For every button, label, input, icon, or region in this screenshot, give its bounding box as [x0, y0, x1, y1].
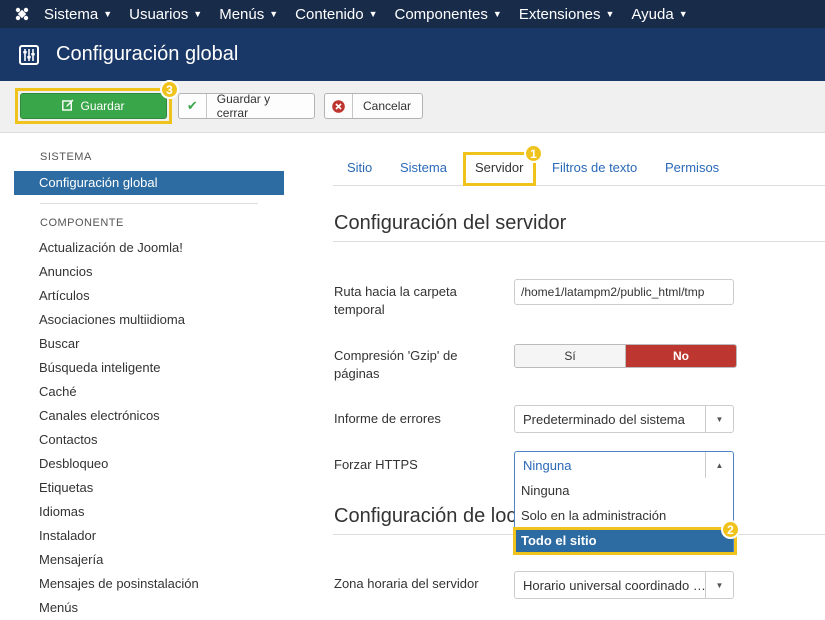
option-solo-administracion[interactable]: Solo en la administración: [515, 503, 733, 528]
menu-extensiones[interactable]: Extensiones ▼: [519, 6, 615, 23]
caret-down-icon: ▼: [678, 9, 688, 19]
option-ninguna[interactable]: Ninguna: [515, 478, 733, 503]
annotation-badge-3: 3: [160, 80, 179, 99]
check-icon: ✔: [179, 94, 207, 118]
highlight-todo-el-sitio: [513, 527, 737, 555]
sidebar-item[interactable]: Búsqueda inteligente: [14, 356, 284, 380]
settings-tabs: Sitio Sistema Servidor Filtros de texto …: [333, 150, 825, 186]
cancel-button[interactable]: Cancelar: [324, 93, 423, 119]
sidebar-heading-componente: COMPONENTE: [40, 217, 124, 229]
tab-sitio[interactable]: Sitio: [347, 160, 372, 175]
caret-down-icon: ▼: [492, 9, 502, 19]
menu-menus[interactable]: Menús ▼: [219, 6, 278, 23]
gzip-label: Compresión 'Gzip' de páginas: [334, 348, 458, 381]
error-reporting-label: Informe de errores: [334, 411, 441, 426]
menu-componentes[interactable]: Componentes ▼: [394, 6, 501, 23]
caret-down-icon: ▼: [269, 9, 279, 19]
sidebar-item[interactable]: Desbloqueo: [14, 452, 284, 476]
sidebar-item[interactable]: Idiomas: [14, 500, 284, 524]
page-header: Configuración global: [0, 28, 825, 81]
chevron-up-icon: ▲: [705, 452, 733, 478]
highlight-save: [15, 88, 172, 124]
tmp-path-label: Ruta hacia la carpeta temporal: [334, 284, 457, 317]
error-reporting-select[interactable]: Predeterminado del sistema ▼: [514, 405, 734, 433]
sidebar-item[interactable]: Caché: [14, 380, 284, 404]
sidebar-heading-sistema: SISTEMA: [40, 151, 92, 163]
sidebar-item[interactable]: Mensajes de posinstalación: [14, 572, 284, 596]
sidebar-item[interactable]: Actualización de Joomla!: [14, 236, 284, 260]
joomla-logo-icon[interactable]: [0, 0, 44, 28]
save-close-button[interactable]: ✔ Guardar y cerrar: [178, 92, 315, 120]
sidebar-item[interactable]: Contactos: [14, 428, 284, 452]
sidebar-item[interactable]: Etiquetas: [14, 476, 284, 500]
tab-permisos[interactable]: Permisos: [665, 160, 719, 175]
section-title-server: Configuración del servidor: [334, 212, 567, 234]
sidebar-item[interactable]: Anuncios: [14, 260, 284, 284]
sidebar-item[interactable]: Menús: [14, 596, 284, 620]
sidebar-item[interactable]: Canales electrónicos: [14, 404, 284, 428]
section-divider: [333, 241, 825, 242]
chevron-down-icon: ▼: [705, 572, 733, 598]
gzip-no-option[interactable]: No: [626, 345, 736, 367]
sidebar-item[interactable]: Instalador: [14, 524, 284, 548]
caret-down-icon: ▼: [368, 9, 378, 19]
sidebar-item[interactable]: Mensajería: [14, 548, 284, 572]
timezone-label: Zona horaria del servidor: [334, 576, 479, 591]
caret-down-icon: ▼: [605, 9, 615, 19]
menu-sistema[interactable]: Sistema ▼: [44, 6, 112, 23]
top-navbar: Sistema ▼ Usuarios ▼ Menús ▼ Contenido ▼ Com…: [0, 0, 825, 28]
caret-down-icon: ▼: [193, 9, 203, 19]
tmp-path-input[interactable]: /home1/latampm2/public_html/tmp: [514, 279, 734, 305]
caret-down-icon: ▼: [103, 9, 113, 19]
menu-usuarios[interactable]: Usuarios ▼: [129, 6, 202, 23]
menu-ayuda[interactable]: Ayuda ▼: [631, 6, 687, 23]
menu-contenido[interactable]: Contenido ▼: [295, 6, 377, 23]
tab-sistema[interactable]: Sistema: [400, 160, 447, 175]
sidebar-item[interactable]: Buscar: [14, 332, 284, 356]
annotation-badge-1: 1: [524, 144, 543, 163]
section-title-locale: Configuración de locali: [334, 505, 514, 527]
page-title: Configuración global: [56, 43, 239, 65]
tab-filtros-de-texto[interactable]: Filtros de texto: [552, 160, 637, 175]
sidebar-divider: [40, 203, 258, 204]
sidebar-item-configuracion-global[interactable]: Configuración global: [14, 171, 284, 195]
chevron-down-icon: ▼: [705, 406, 733, 432]
annotation-badge-2: 2: [721, 520, 740, 539]
gzip-toggle[interactable]: Sí No: [514, 344, 737, 368]
force-https-select[interactable]: Ninguna ▲: [514, 451, 734, 479]
timezone-select[interactable]: Horario universal coordinado … ▼: [514, 571, 734, 599]
close-icon: [325, 94, 353, 118]
sidebar-item[interactable]: Asociaciones multiidioma: [14, 308, 284, 332]
force-https-label: Forzar HTTPS: [334, 457, 418, 472]
sliders-icon: [19, 44, 39, 65]
gzip-yes-option[interactable]: Sí: [515, 345, 626, 367]
sidebar-item[interactable]: Artículos: [14, 284, 284, 308]
sidebar: SISTEMA Configuración global COMPONENTE …: [14, 150, 284, 620]
